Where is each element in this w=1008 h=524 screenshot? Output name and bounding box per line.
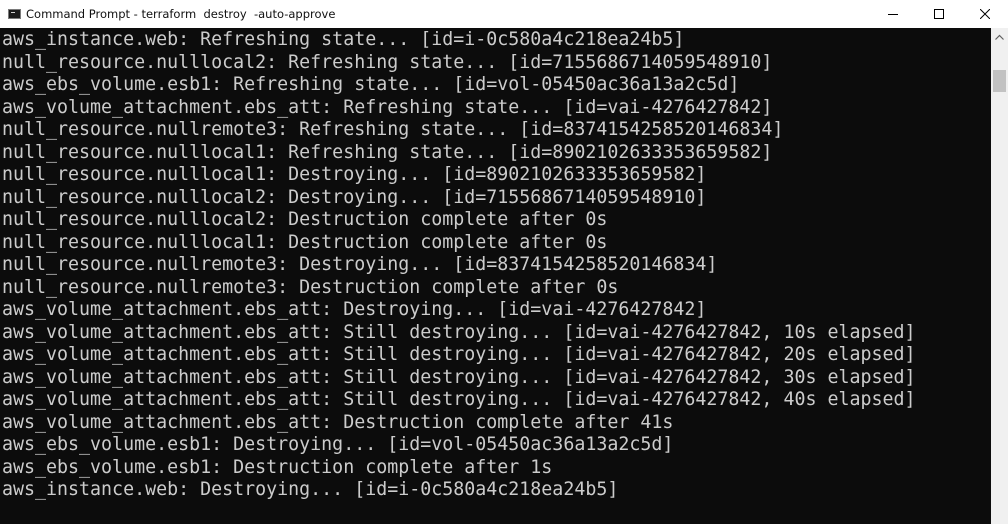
terminal-line: null_resource.nulllocal1: Refreshing sta… xyxy=(2,141,773,163)
terminal-line: null_resource.nulllocal2: Destruction co… xyxy=(2,209,608,230)
title-bar[interactable]: Command Prompt - terraform destroy -auto… xyxy=(0,0,1008,28)
cmd-icon xyxy=(8,9,21,19)
terminal-line: null_resource.nulllocal1: Destruction co… xyxy=(2,231,608,253)
scroll-up-arrow-icon[interactable] xyxy=(991,28,1008,45)
terminal-line: null_resource.nullremote3: Refreshing st… xyxy=(2,119,784,140)
terminal-line: aws_volume_attachment.ebs_att: Destructi… xyxy=(2,411,674,433)
terminal-line: aws_ebs_volume.esb1: Destruction complet… xyxy=(2,456,553,478)
close-button[interactable] xyxy=(962,0,1008,28)
command-prompt-window: Command Prompt - terraform destroy -auto… xyxy=(0,0,1008,524)
scrollbar-thumb[interactable] xyxy=(993,70,1006,92)
terminal-line: aws_volume_attachment.ebs_att: Still des… xyxy=(2,344,916,365)
terminal-line: aws_instance.web: Destroying... [id=i-0c… xyxy=(2,479,619,500)
terminal-line: aws_volume_attachment.ebs_att: Refreshin… xyxy=(2,96,773,118)
terminal-line: aws_ebs_volume.esb1: Refreshing state...… xyxy=(2,74,740,95)
terminal-line: null_resource.nulllocal2: Refreshing sta… xyxy=(2,51,773,73)
terminal-line: aws_volume_attachment.ebs_att: Still des… xyxy=(2,366,916,388)
terminal-line: null_resource.nullremote3: Destroying...… xyxy=(2,254,718,275)
minimize-icon xyxy=(888,14,898,15)
terminal-line: aws_volume_attachment.ebs_att: Destroyin… xyxy=(2,299,707,320)
maximize-button[interactable] xyxy=(916,0,962,28)
terminal-line: aws_ebs_volume.esb1: Destroying... [id=v… xyxy=(2,434,674,455)
terminal-line: aws_volume_attachment.ebs_att: Still des… xyxy=(2,321,916,343)
terminal-output[interactable]: aws_instance.web: Refreshing state... [i… xyxy=(0,28,991,524)
terminal-line: null_resource.nulllocal1: Destroying... … xyxy=(2,164,707,185)
terminal-line: null_resource.nulllocal2: Destroying... … xyxy=(2,186,707,208)
vertical-scrollbar[interactable] xyxy=(991,28,1008,524)
minimize-button[interactable] xyxy=(870,0,916,28)
terminal-line: null_resource.nullremote3: Destruction c… xyxy=(2,276,619,298)
terminal-line: aws_instance.web: Refreshing state... [i… xyxy=(2,29,685,50)
close-icon xyxy=(980,9,990,19)
terminal-line: aws_volume_attachment.ebs_att: Still des… xyxy=(2,389,916,410)
maximize-icon xyxy=(934,9,944,19)
window-title: Command Prompt - terraform destroy -auto… xyxy=(26,7,336,21)
